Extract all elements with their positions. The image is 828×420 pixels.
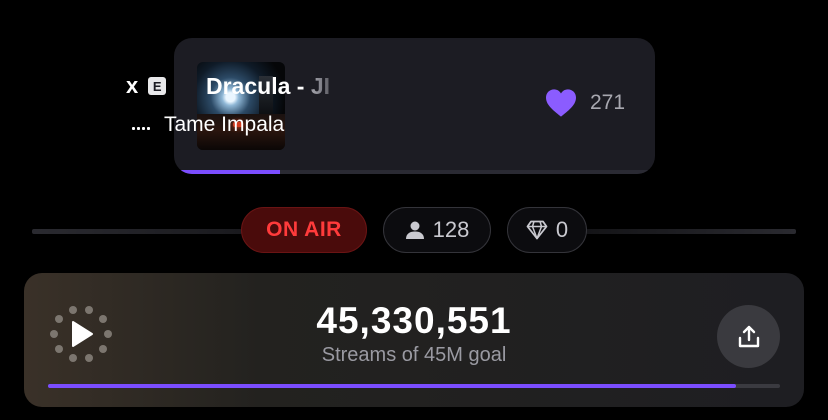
share-icon xyxy=(738,325,759,347)
track-title-row: x E xyxy=(126,72,167,100)
user-icon xyxy=(405,221,424,239)
stream-count: 45,330,551 xyxy=(316,300,512,341)
artist-row: Tame Impala xyxy=(132,112,284,138)
artist-name[interactable]: Tame Impala xyxy=(164,113,284,137)
track-title-overflow: JI xyxy=(310,73,331,99)
like-button[interactable]: 271 xyxy=(544,88,625,118)
streams-goal-progress-fill xyxy=(48,384,737,388)
diamond-icon xyxy=(526,220,548,240)
track-title: Dracula - JI xyxy=(206,72,346,100)
heart-icon xyxy=(546,89,576,117)
divider-left xyxy=(32,229,242,234)
track-progress-fill xyxy=(174,170,280,174)
divider-right xyxy=(586,229,796,234)
track-short-title: x xyxy=(126,73,139,98)
share-button[interactable] xyxy=(717,305,780,368)
like-count: 271 xyxy=(590,91,626,114)
on-air-label: ON AIR xyxy=(266,218,342,241)
listeners-pill[interactable]: 128 xyxy=(383,207,491,253)
track-progress-bar xyxy=(174,170,655,174)
gems-pill[interactable]: 0 xyxy=(507,207,587,253)
track-title-text: Dracula - xyxy=(206,73,311,99)
track-title-marquee: Dracula - JI xyxy=(206,72,346,100)
streams-goal-label: Streams of 45M goal xyxy=(321,344,507,366)
on-air-badge: ON AIR xyxy=(241,207,367,253)
equalizer-icon xyxy=(132,120,150,130)
streams-goal-progress xyxy=(48,384,780,388)
listener-count: 128 xyxy=(432,217,470,242)
explicit-icon: E xyxy=(148,77,167,95)
gem-count: 0 xyxy=(555,217,569,242)
